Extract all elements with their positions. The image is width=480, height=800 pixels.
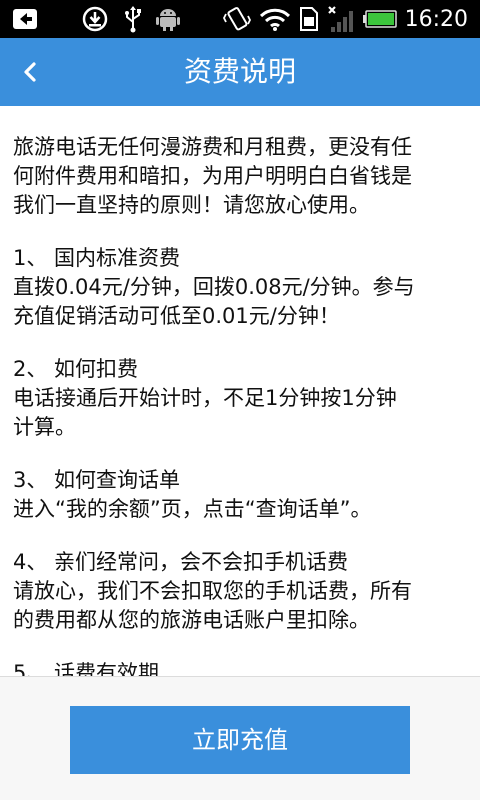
section-heading: 2、 如何扣费 [13, 357, 139, 381]
back-button[interactable] [0, 38, 60, 106]
intro-line: 我们一直坚持的原则！请您放心使用。 [13, 193, 370, 217]
status-bar-notifications [82, 0, 180, 38]
section-heading: 1、 国内标准资费 [13, 246, 181, 270]
chevron-left-icon [20, 60, 40, 84]
status-bar-right: 16:20 [222, 0, 480, 38]
signal-icon [327, 5, 357, 33]
title-bar: 资费说明 [0, 38, 480, 106]
sim-icon [299, 6, 319, 32]
section-heading: 4、 亲们经常问，会不会扣手机话费 [13, 550, 349, 574]
back-square-icon [12, 8, 38, 30]
section-standard-fee: 1、 国内标准资费 直拨0.04元/分钟，回拨0.08元/分钟。参与 充值促销活… [13, 244, 470, 331]
section-body-line: 充值促销活动可低至0.01元/分钟！ [13, 304, 340, 328]
battery-icon [362, 9, 397, 29]
wifi-icon [259, 7, 291, 31]
recharge-button[interactable]: 立即充值 [70, 706, 410, 774]
usb-icon [124, 5, 142, 33]
intro-paragraph: 旅游电话无任何漫游费和月租费，更没有任 何附件费用和暗扣，为用户明明白白省钱是 … [13, 133, 470, 220]
intro-line: 何附件费用和暗扣，为用户明明白白省钱是 [13, 164, 412, 188]
status-time: 16:20 [404, 6, 468, 32]
intro-line: 旅游电话无任何漫游费和月租费，更没有任 [13, 135, 412, 159]
section-billing: 2、 如何扣费 电话接通后开始计时，不足1分钟按1分钟 计算。 [13, 355, 470, 442]
section-body-line: 直拨0.04元/分钟，回拨0.08元/分钟。参与 [13, 275, 415, 299]
section-body-line: 电话接通后开始计时，不足1分钟按1分钟 [13, 386, 397, 410]
section-validity: 5、 话费有效期 [13, 659, 470, 676]
section-heading: 5、 话费有效期 [13, 661, 160, 676]
footer-bar: 立即充值 [0, 677, 480, 800]
section-body-line: 计算。 [13, 415, 76, 439]
status-bar: 16:20 [0, 0, 480, 38]
section-body-line: 进入“我的余额”页，点击“查询话单”。 [13, 497, 372, 521]
status-bar-left [0, 0, 38, 38]
download-icon [82, 6, 108, 32]
section-body-line: 请放心，我们不会扣取您的手机话费，所有 [13, 579, 412, 603]
section-call-records: 3、 如何查询话单 进入“我的余额”页，点击“查询话单”。 [13, 466, 470, 524]
android-icon [156, 6, 180, 32]
page-title: 资费说明 [183, 55, 296, 88]
fee-description-content: 旅游电话无任何漫游费和月租费，更没有任 何附件费用和暗扣，为用户明明白白省钱是 … [13, 106, 470, 676]
vibrate-icon [222, 6, 251, 32]
section-faq-phone-fee: 4、 亲们经常问，会不会扣手机话费 请放心，我们不会扣取您的手机话费，所有 的费… [13, 548, 470, 635]
section-heading: 3、 如何查询话单 [13, 468, 181, 492]
section-body-line: 的费用都从您的旅游电话账户里扣除。 [13, 608, 370, 632]
